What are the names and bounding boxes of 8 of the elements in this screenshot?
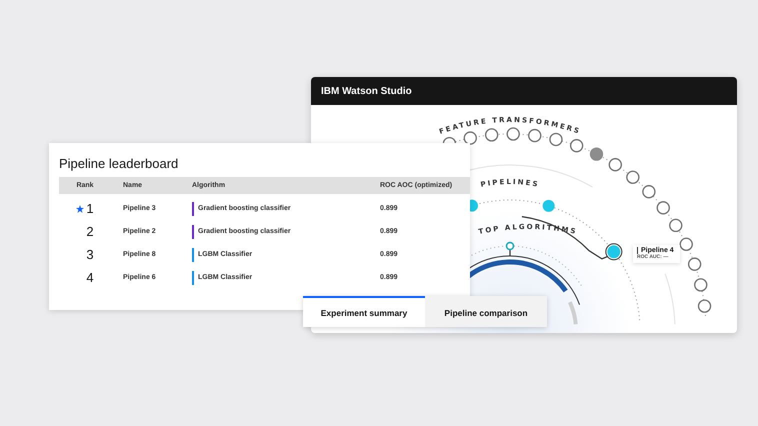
tab[interactable]: Experiment summary bbox=[303, 296, 425, 327]
rank-number: 2 bbox=[86, 224, 94, 239]
tab[interactable]: Pipeline comparison bbox=[425, 296, 547, 327]
rank-number: 1 bbox=[86, 201, 94, 216]
window-title: IBM Watson Studio bbox=[321, 86, 412, 96]
card-title: Pipeline leaderboard bbox=[59, 156, 180, 171]
rank-number: 4 bbox=[86, 270, 94, 285]
rank-number: 3 bbox=[86, 247, 94, 262]
